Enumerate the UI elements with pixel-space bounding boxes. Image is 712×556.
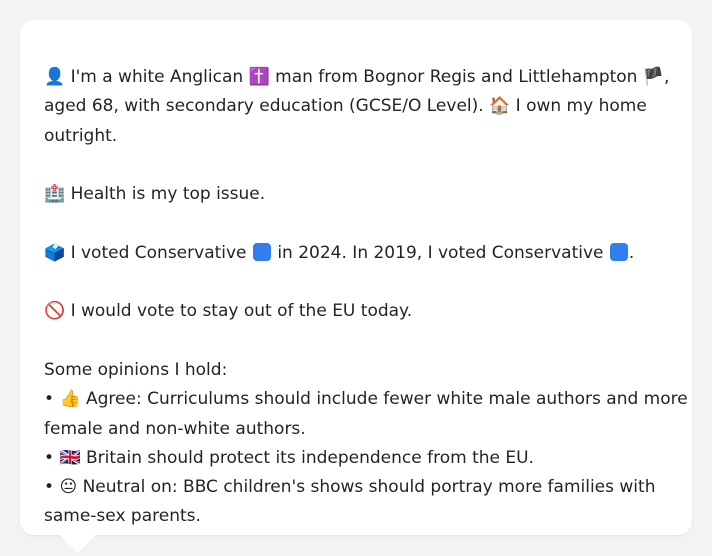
opinion-text: same-sex parents. [44,506,201,527]
bullet: • [44,477,55,498]
intro-text-1a: I'm a white Anglican [70,67,244,87]
intro-text-2b: I own my home [515,96,647,117]
hospital-icon: 🏥 [44,184,66,205]
persona-card: 👤 I'm a white Anglican ✝️ man from Bogno… [20,20,692,553]
intro-text-1b: man from Bognor Regis and Littlehampton [275,67,638,87]
no-entry-icon: 🚫 [44,301,66,322]
opinion-item-continued: female and non-white authors. [44,415,668,444]
persona-text: 👤 I'm a white Anglican ✝️ man from Bogno… [44,63,688,532]
thumbs-up-icon: 👍 [59,389,81,410]
opinion-item: • 🇬🇧 Britain should protect its independ… [44,444,668,473]
votes-text-3: . [628,242,635,263]
bullet: • [44,389,55,410]
opinion-text: Agree: Curriculums should include fewer … [86,389,688,410]
opinion-item: • 😐 Neutral on: BBC children's shows sho… [44,473,668,502]
conservative-blue-square-icon [252,242,271,261]
house-icon: 🏠 [489,96,511,117]
votes-text-2: in 2024. In 2019, I voted Conservative [277,242,604,263]
intro-line-3: outright. [44,122,668,151]
health-text: Health is my top issue. [70,184,266,205]
opinions-heading: Some opinions I hold: [44,359,228,380]
conservative-blue-square-icon [609,242,628,261]
cross-icon: ✝️ [248,67,270,87]
person-icon: 👤 [44,67,66,87]
speech-bubble-tail [60,535,96,553]
neutral-face-icon: 😐 [59,477,78,498]
opinion-item: • 👍 Agree: Curriculums should include fe… [44,385,688,414]
ballot-box-icon: 🗳️ [44,242,66,263]
health-line: 🏥 Health is my top issue. [44,180,668,209]
intro-comma: , [664,67,670,87]
intro-line-1: 👤 I'm a white Anglican ✝️ man from Bogno… [44,63,670,92]
votes-line: 🗳️ I voted Conservative in 2024. In 2019… [44,239,668,268]
bullet: • [44,447,55,468]
england-flag-icon: 🏴 [642,67,665,87]
opinion-text: female and non-white authors. [44,418,306,439]
intro-text-3: outright. [44,125,118,146]
opinion-item-continued: same-sex parents. [44,502,668,531]
uk-flag-icon: 🇬🇧 [59,447,81,468]
eu-text: I would vote to stay out of the EU today… [70,301,413,322]
opinion-text: Britain should protect its independence … [86,447,534,468]
intro-line-2: aged 68, with secondary education (GCSE/… [44,92,668,121]
intro-text-2: aged 68, with secondary education (GCSE/… [44,96,484,117]
votes-text-1: I voted Conservative [70,242,247,263]
opinion-text: Neutral on: BBC children's shows should … [82,477,656,498]
eu-line: 🚫 I would vote to stay out of the EU tod… [44,297,668,326]
